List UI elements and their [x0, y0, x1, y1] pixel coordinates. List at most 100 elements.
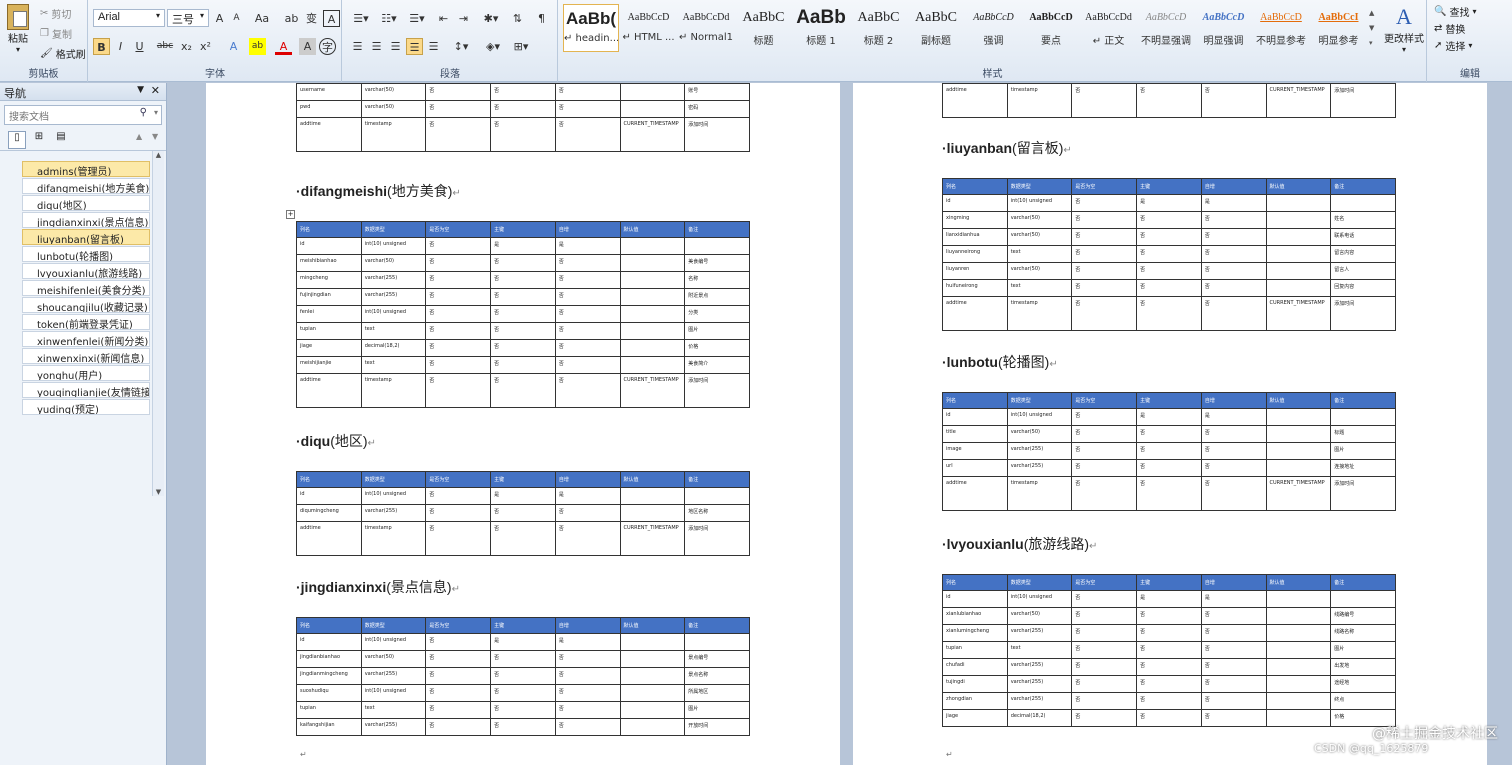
table-cell[interactable]: 否 — [1200, 425, 1267, 443]
table-cell[interactable]: timestamp — [360, 117, 427, 152]
table-cell[interactable]: 否 — [1200, 459, 1267, 477]
table-cell[interactable]: 否 — [1200, 228, 1267, 246]
table-cell[interactable] — [619, 254, 686, 272]
nav-item[interactable]: lunbotu(轮播图) — [22, 246, 150, 262]
table-cell[interactable]: 否 — [490, 254, 556, 272]
table-cell[interactable] — [619, 487, 686, 505]
table-cell[interactable]: CURRENT_TIMESTAMP — [619, 521, 686, 556]
replace-button[interactable]: ⇄ 替换 — [1434, 21, 1465, 36]
table-cell[interactable]: 否 — [554, 504, 621, 522]
table-cell[interactable]: 添加时间 — [1330, 296, 1396, 331]
table-cell[interactable]: CURRENT_TIMESTAMP — [1265, 476, 1332, 511]
table-cell[interactable]: pwd — [296, 100, 362, 118]
table-cell[interactable] — [1265, 279, 1332, 297]
style-item[interactable]: AaBb 标题 1 — [793, 4, 849, 52]
shading-icon[interactable]: ◈▾ — [481, 38, 505, 55]
font-size-select[interactable]: 三号 ▾ — [167, 9, 209, 27]
underline-button[interactable]: U — [131, 38, 148, 55]
nav-item[interactable]: yuding(预定) — [22, 399, 150, 415]
table-cell[interactable]: 否 — [490, 504, 556, 522]
table-cell[interactable]: 否 — [425, 718, 492, 736]
table-cell[interactable]: addtime — [942, 476, 1008, 511]
table-cell[interactable] — [1265, 425, 1332, 443]
table-cell[interactable]: varchar(255) — [1006, 459, 1073, 477]
table-cell[interactable]: 所属地区 — [684, 684, 750, 702]
line-spacing-icon[interactable]: ↕▾ — [449, 38, 473, 55]
table-cell[interactable]: 否 — [490, 271, 556, 289]
table-cell[interactable]: jingdianmingcheng — [296, 667, 362, 685]
superscript-button[interactable]: x² — [197, 38, 214, 55]
table-cell[interactable]: 开放时间 — [684, 718, 750, 736]
table-cell[interactable]: 是 — [1136, 194, 1202, 212]
search-icon[interactable]: ⚲ — [140, 107, 147, 118]
table-cell[interactable]: jiage — [296, 339, 362, 357]
table-cell[interactable]: tupian — [942, 641, 1008, 659]
nav-search-box[interactable]: 搜索文档 ⚲ ▾ — [4, 105, 162, 125]
scroll-up-icon[interactable]: ▲ — [153, 151, 164, 159]
table-cell[interactable]: 否 — [1200, 709, 1267, 727]
align-left-icon[interactable]: ☰ — [349, 38, 366, 55]
table-cell[interactable]: 否 — [425, 271, 492, 289]
table-cell[interactable]: 否 — [1136, 83, 1202, 118]
table-cell[interactable] — [1330, 590, 1396, 608]
table-cell[interactable]: 是 — [490, 487, 556, 505]
table-cell[interactable]: id — [296, 487, 362, 505]
table-cell[interactable]: 否 — [1071, 194, 1138, 212]
table-cell[interactable]: 账号 — [684, 83, 750, 101]
table-cell[interactable]: 否 — [490, 667, 556, 685]
table-cell[interactable]: 否 — [490, 701, 556, 719]
table-cell[interactable] — [619, 718, 686, 736]
table-cell[interactable]: 否 — [1136, 624, 1202, 642]
nav-item[interactable]: xinwenfenlei(新闻分类) — [22, 331, 150, 347]
table-cell[interactable] — [1265, 262, 1332, 280]
style-item[interactable]: AaBbCcD 强调 — [966, 4, 1022, 52]
table-cell[interactable]: 否 — [425, 237, 492, 255]
table-cell[interactable]: 是 — [490, 633, 556, 651]
distribute-icon[interactable]: ☰ — [425, 38, 442, 55]
table-cell[interactable]: 否 — [1136, 658, 1202, 676]
table-cell[interactable]: 否 — [425, 684, 492, 702]
table-cell[interactable]: 线路编号 — [1330, 607, 1396, 625]
show-marks-icon[interactable]: ¶ — [533, 10, 550, 27]
table-cell[interactable]: xianlubianhao — [942, 607, 1008, 625]
table-cell[interactable]: varchar(255) — [1006, 692, 1073, 710]
table-cell[interactable]: 否 — [554, 373, 621, 408]
table-cell[interactable]: id — [942, 590, 1008, 608]
nav-item[interactable]: liuyanban(留言板) — [22, 229, 150, 245]
subscript-button[interactable]: x₂ — [178, 38, 195, 55]
table-cell[interactable] — [619, 667, 686, 685]
table-cell[interactable]: 否 — [425, 339, 492, 357]
style-item[interactable]: AaBbCcI 明显参考 — [1311, 4, 1367, 52]
table-cell[interactable]: 密码 — [684, 100, 750, 118]
table-cell[interactable]: 否 — [1071, 83, 1138, 118]
table-cell[interactable]: 否 — [1071, 692, 1138, 710]
table-cell[interactable] — [1265, 211, 1332, 229]
table-cell[interactable] — [619, 339, 686, 357]
table-cell[interactable]: 连接地址 — [1330, 459, 1396, 477]
table-cell[interactable] — [619, 83, 686, 101]
table-cell[interactable]: 标题 — [1330, 425, 1396, 443]
table-cell[interactable]: 否 — [554, 322, 621, 340]
bullets-icon[interactable]: ☰▾ — [349, 10, 373, 27]
table-cell[interactable]: varchar(255) — [360, 667, 427, 685]
table-cell[interactable]: addtime — [942, 296, 1008, 331]
table-cell[interactable]: id — [296, 633, 362, 651]
table-cell[interactable]: 否 — [490, 305, 556, 323]
table-cell[interactable]: 否 — [425, 356, 492, 374]
table-cell[interactable]: int(10) unsigned — [1006, 408, 1073, 426]
table-cell[interactable]: varchar(255) — [360, 288, 427, 306]
table-cell[interactable]: title — [942, 425, 1008, 443]
table-cell[interactable]: timestamp — [360, 373, 427, 408]
table-cell[interactable] — [619, 271, 686, 289]
table-cell[interactable]: 是 — [1136, 408, 1202, 426]
table-cell[interactable]: 留言内容 — [1330, 245, 1396, 263]
cut-button[interactable]: ✂ 剪切 — [40, 6, 71, 21]
nav-item[interactable]: diqu(地区) — [22, 195, 150, 211]
table-cell[interactable]: 否 — [1071, 675, 1138, 693]
table-cell[interactable]: 美食简介 — [684, 356, 750, 374]
table-cell[interactable] — [1265, 675, 1332, 693]
table-cell[interactable]: 是 — [554, 633, 621, 651]
style-item[interactable]: AaBbCcDd ↵ Normal1 — [678, 4, 734, 52]
table-cell[interactable]: 否 — [1200, 624, 1267, 642]
table-cell[interactable]: timestamp — [1006, 83, 1073, 118]
